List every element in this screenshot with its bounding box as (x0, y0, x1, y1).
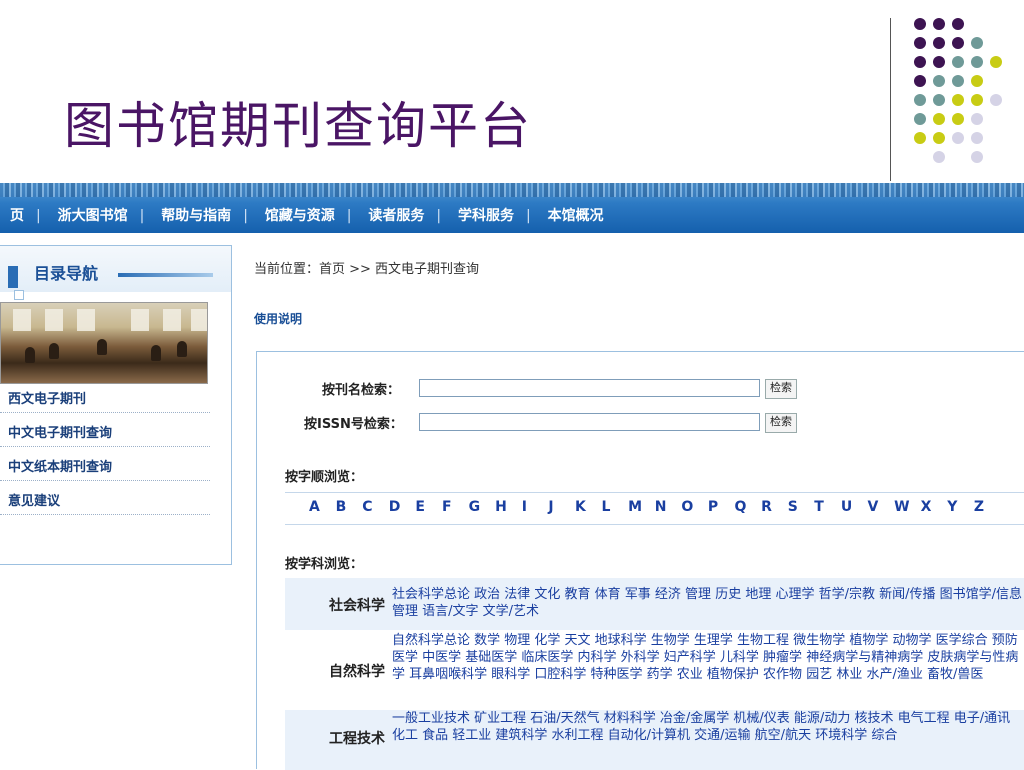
letter-link[interactable]: B (336, 499, 363, 515)
sidebar-link-western-ejournals[interactable]: 西文电子期刊 (0, 388, 210, 413)
letter-link[interactable]: N (655, 499, 682, 515)
subject-name: 社会科学 (329, 598, 385, 614)
letter-link[interactable]: U (841, 499, 868, 515)
sidebar-link-chinese-ejournals[interactable]: 中文电子期刊查询 (0, 422, 210, 447)
letter-link[interactable]: D (389, 499, 416, 515)
subject-links[interactable]: 社会科学总论 政治 法律 文化 教育 体育 军事 经济 管理 历史 地理 心理学… (392, 586, 1022, 620)
subject-row-engineering: 工程技术 一般工业技术 矿业工程 石油/天然气 材料科学 冶金/金属学 机械/仪… (285, 710, 1024, 770)
subject-links[interactable]: 一般工业技术 矿业工程 石油/天然气 材料科学 冶金/金属学 机械/仪表 能源/… (392, 710, 1022, 744)
letter-link[interactable]: O (681, 499, 708, 515)
sidebar-marker-icon (8, 266, 18, 288)
title-search-input[interactable] (419, 379, 760, 397)
sidebar: 目录导航 西文电子期刊 中文电子期刊查询 中文纸本期刊查询 意见建议 (0, 245, 232, 565)
letter-link[interactable]: Z (974, 499, 1001, 515)
letter-link[interactable]: Q (735, 499, 762, 515)
subject-name: 自然科学 (329, 664, 385, 680)
subject-row-social-sciences: 社会科学 社会科学总论 政治 法律 文化 教育 体育 军事 经济 管理 历史 地… (285, 578, 1024, 630)
subject-links[interactable]: 自然科学总论 数学 物理 化学 天文 地球科学 生物学 生理学 生物工程 微生物… (392, 632, 1022, 683)
nav-item-home[interactable]: 页 (10, 205, 24, 225)
usage-instructions-link[interactable]: 使用说明 (254, 310, 302, 327)
letter-link[interactable]: T (814, 499, 841, 515)
nav-item-collections[interactable]: 馆藏与资源 (265, 205, 335, 225)
letter-link[interactable]: V (867, 499, 894, 515)
sidebar-link-feedback[interactable]: 意见建议 (0, 490, 210, 515)
nav-item-about[interactable]: 本馆概况 (548, 205, 604, 225)
letter-link[interactable]: C (362, 499, 389, 515)
subject-row-natural-sciences: 自然科学 自然科学总论 数学 物理 化学 天文 地球科学 生物学 生理学 生物工… (285, 632, 1024, 708)
subject-name: 工程技术 (329, 731, 385, 747)
search-panel: 按刊名检索： 检索 按ISSN号检索： 检索 按字顺浏览： ABCDEFGHIJ… (256, 351, 1024, 770)
letter-link[interactable]: F (442, 499, 469, 515)
top-navigation-bar: 页 | 浙大图书馆 | 帮助与指南 | 馆藏与资源 | 读者服务 | 学科服务 | 本馆概况 (0, 183, 1024, 233)
subject-browse-label: 按学科浏览： (285, 557, 364, 572)
sidebar-title: 目录导航 (34, 264, 99, 283)
issn-search-button[interactable]: 检索 (765, 413, 797, 433)
letter-link[interactable]: G (469, 499, 496, 515)
sidebar-header: 目录导航 (0, 246, 231, 300)
letter-link[interactable]: M (628, 499, 655, 515)
divider-line (890, 18, 891, 181)
nav-item-reader-services[interactable]: 读者服务 (368, 205, 424, 225)
slide-title: 图书馆期刊查询平台 (64, 97, 532, 155)
letter-link[interactable]: W (894, 499, 921, 515)
letter-link[interactable]: A (309, 499, 336, 515)
issn-search-input[interactable] (419, 413, 760, 431)
nav-item-help[interactable]: 帮助与指南 (161, 205, 231, 225)
letter-link[interactable]: E (415, 499, 442, 515)
nav-items: 页 | 浙大图书馆 | 帮助与指南 | 馆藏与资源 | 读者服务 | 学科服务 | 本馆概况 (10, 205, 604, 225)
issn-search-label: 按ISSN号检索： (304, 417, 403, 432)
library-reading-room-photo (0, 302, 208, 384)
letter-link[interactable]: S (788, 499, 815, 515)
nav-item-zju-library[interactable]: 浙大图书馆 (58, 205, 128, 225)
sidebar-link-chinese-print-journals[interactable]: 中文纸本期刊查询 (0, 456, 210, 481)
letter-link[interactable]: P (708, 499, 735, 515)
alpha-browse-label: 按字顺浏览： (285, 470, 364, 485)
decorative-dot-grid (910, 18, 1024, 168)
letter-link[interactable]: R (761, 499, 788, 515)
letter-link[interactable]: H (495, 499, 522, 515)
letter-link[interactable]: X (921, 499, 948, 515)
letter-link[interactable]: I (522, 499, 549, 515)
letter-link[interactable]: K (575, 499, 602, 515)
title-search-button[interactable]: 检索 (765, 379, 797, 399)
nav-decor-strip (0, 183, 1024, 197)
title-search-label: 按刊名检索： (322, 383, 401, 398)
letter-link[interactable]: L (602, 499, 629, 515)
alpha-letter-list: ABCDEFGHIJKLMNOPQRSTUVWXYZ (309, 499, 1000, 515)
breadcrumb: 当前位置：首页 >> 西文电子期刊查询 (254, 262, 480, 277)
sidebar-links: 西文电子期刊 中文电子期刊查询 中文纸本期刊查询 意见建议 (0, 388, 210, 524)
letter-link[interactable]: Y (947, 499, 974, 515)
letter-link[interactable]: J (548, 499, 575, 515)
nav-item-subject-services[interactable]: 学科服务 (458, 205, 514, 225)
